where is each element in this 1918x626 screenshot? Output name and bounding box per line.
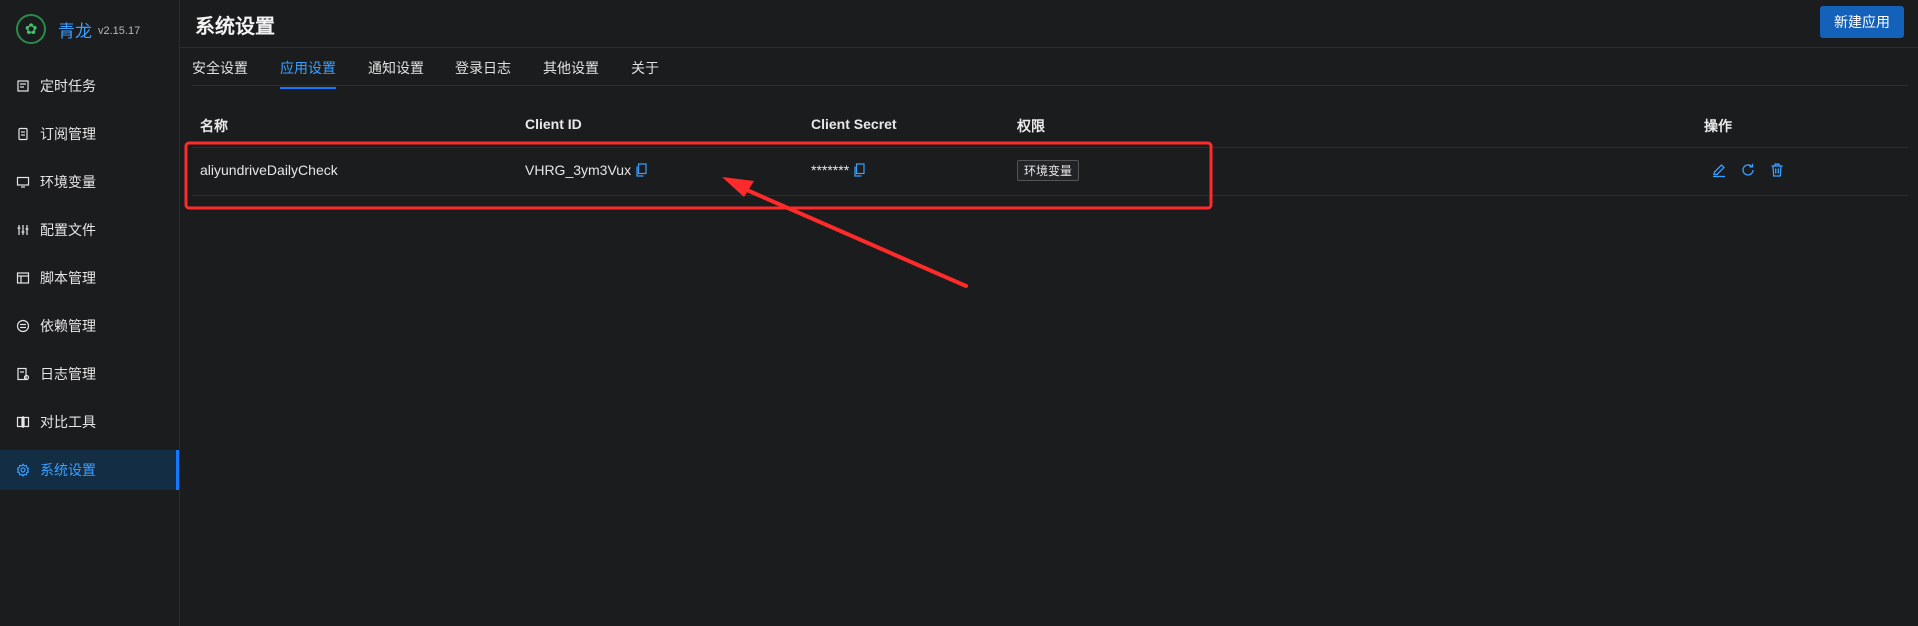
- column-header-actions: 操作: [1704, 118, 1732, 134]
- tab-login-log[interactable]: 登录日志: [455, 58, 511, 87]
- sidebar-item-label: 环境变量: [40, 174, 96, 190]
- sidebar-item-cron[interactable]: 定时任务: [0, 66, 179, 106]
- scope-cell: 环境变量: [1017, 160, 1080, 181]
- new-app-button[interactable]: 新建应用: [1820, 6, 1904, 38]
- column-header-scope: 权限: [1017, 118, 1045, 134]
- delete-icon[interactable]: [1769, 162, 1785, 178]
- sidebar-item-label: 系统设置: [40, 462, 96, 478]
- sidebar: ✿ 青龙 v2.15.17 定时任务 订阅管理 环境变量 配置文件 脚本管理 依…: [0, 0, 180, 626]
- sidebar-nav: 定时任务 订阅管理 环境变量 配置文件 脚本管理 依赖管理 日志管理 对比工具: [0, 66, 179, 498]
- client-secret-value: *******: [811, 162, 850, 178]
- app-name: 青龙: [58, 21, 92, 41]
- sidebar-item-config[interactable]: 配置文件: [0, 210, 179, 250]
- client-id-value: VHRG_3ym3Vux: [525, 162, 632, 178]
- tab-about[interactable]: 关于: [631, 58, 659, 87]
- sidebar-item-label: 配置文件: [40, 222, 96, 238]
- monitor-icon: [16, 175, 30, 189]
- apps-table: 名称 Client ID Client Secret 权限 操作 aliyund…: [192, 107, 1908, 196]
- sidebar-item-label: 订阅管理: [40, 126, 96, 142]
- tab-other[interactable]: 其他设置: [543, 58, 599, 87]
- edit-icon[interactable]: [1711, 162, 1727, 178]
- calendar-icon: [16, 79, 30, 93]
- sliders-icon: [16, 223, 30, 237]
- copy-client-secret-icon[interactable]: [853, 163, 865, 177]
- sidebar-item-label: 日志管理: [40, 366, 96, 382]
- tab-security[interactable]: 安全设置: [192, 58, 248, 87]
- client-secret-cell: *******: [811, 162, 865, 178]
- sidebar-item-settings[interactable]: 系统设置: [0, 450, 179, 490]
- app-version: v2.15.17: [98, 24, 141, 37]
- main-content: 系统设置 新建应用 安全设置 应用设置 通知设置 登录日志 其他设置 关于 名称…: [180, 0, 1918, 626]
- tab-app-settings[interactable]: 应用设置: [280, 58, 336, 89]
- settings-tabs: 安全设置 应用设置 通知设置 登录日志 其他设置 关于: [192, 48, 1908, 89]
- page-header: 系统设置 新建应用: [180, 0, 1918, 48]
- subscription-icon: [16, 127, 30, 141]
- reset-secret-icon[interactable]: [1740, 162, 1756, 178]
- log-icon: [16, 367, 30, 381]
- column-header-client-id: Client ID: [525, 116, 582, 132]
- diff-icon: [16, 415, 30, 429]
- sidebar-item-scripts[interactable]: 脚本管理: [0, 258, 179, 298]
- actions-cell: [1711, 162, 1798, 178]
- table-header: 名称 Client ID Client Secret 权限 操作: [192, 107, 1908, 148]
- sidebar-item-logs[interactable]: 日志管理: [0, 354, 179, 394]
- sidebar-item-dependencies[interactable]: 依赖管理: [0, 306, 179, 346]
- logo[interactable]: ✿ 青龙 v2.15.17: [16, 14, 140, 44]
- script-icon: [16, 271, 30, 285]
- sidebar-item-label: 依赖管理: [40, 318, 96, 334]
- tab-notification[interactable]: 通知设置: [368, 58, 424, 87]
- page-title: 系统设置: [195, 16, 275, 38]
- column-header-client-secret: Client Secret: [811, 116, 897, 132]
- sidebar-item-diff[interactable]: 对比工具: [0, 402, 179, 442]
- gear-icon: [16, 463, 30, 477]
- sidebar-item-subscription[interactable]: 订阅管理: [0, 114, 179, 154]
- dependency-icon: [16, 319, 30, 333]
- copy-client-id-icon[interactable]: [635, 163, 647, 177]
- table-row: aliyundriveDailyCheck VHRG_3ym3Vux *****…: [192, 148, 1908, 196]
- column-header-name: 名称: [200, 118, 228, 134]
- sidebar-item-label: 定时任务: [40, 78, 96, 94]
- sidebar-item-label: 对比工具: [40, 414, 96, 430]
- sidebar-item-env[interactable]: 环境变量: [0, 162, 179, 202]
- qinglong-logo-icon: ✿: [16, 14, 46, 44]
- sidebar-item-label: 脚本管理: [40, 270, 96, 286]
- scope-tag: 环境变量: [1017, 160, 1080, 181]
- client-id-cell: VHRG_3ym3Vux: [525, 162, 647, 178]
- app-name-cell: aliyundriveDailyCheck: [200, 162, 338, 178]
